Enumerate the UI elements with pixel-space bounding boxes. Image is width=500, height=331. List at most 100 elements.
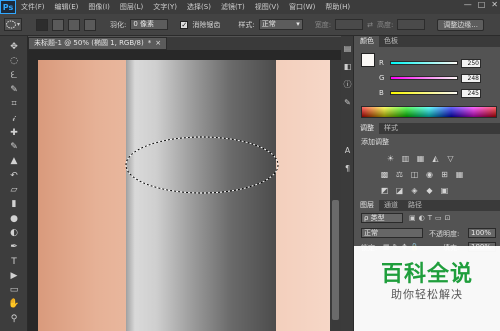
adjustment-icon[interactable]: ☀ <box>385 153 396 164</box>
menu-item[interactable]: 帮助(H) <box>320 2 355 12</box>
width-label: 宽度: <box>314 20 332 29</box>
adjustment-icon[interactable]: ▽ <box>445 153 456 164</box>
brush-icon[interactable]: ✎ <box>5 140 23 154</box>
dodge-icon[interactable]: ◐ <box>5 226 23 240</box>
add-selection-button[interactable] <box>52 18 64 31</box>
photoshop-logo: Ps <box>0 0 16 14</box>
foreground-color-swatch[interactable] <box>361 53 375 67</box>
height-input[interactable] <box>397 19 426 30</box>
channel-value-input[interactable]: 248 <box>461 73 481 83</box>
tab-styles[interactable]: 样式 <box>379 123 403 134</box>
adjustment-icon[interactable]: ◉ <box>424 169 435 180</box>
adjustment-icon[interactable]: ◈ <box>409 185 420 196</box>
maximize-button[interactable]: □ <box>478 0 486 9</box>
channel-slider[interactable] <box>390 91 458 95</box>
menu-item[interactable]: 滤镜(T) <box>216 2 250 12</box>
subtract-selection-button[interactable] <box>68 18 80 31</box>
document-tab-bar: 未标题-1 @ 50% (椭圆 1, RGB/8) * × <box>28 37 341 50</box>
info-panel-icon[interactable]: ⓘ <box>343 80 352 89</box>
adjustment-icon[interactable]: ▥ <box>400 153 411 164</box>
scrollbar-thumb[interactable] <box>332 200 339 320</box>
canvas-area[interactable] <box>28 50 341 331</box>
adjustment-icon[interactable]: ⊞ <box>439 169 450 180</box>
properties-panel-icon[interactable]: ◧ <box>343 62 352 71</box>
color-spectrum-ramp[interactable] <box>361 106 497 118</box>
eyedropper-icon[interactable]: 𝒾 <box>5 112 23 126</box>
channel-slider[interactable] <box>390 76 458 80</box>
blend-mode-select[interactable]: 正常 <box>361 228 423 238</box>
tab-layers[interactable]: 图层 <box>355 200 379 211</box>
channel-slider[interactable] <box>390 61 458 65</box>
menu-item[interactable]: 编辑(E) <box>50 2 84 12</box>
menu-item[interactable]: 图层(L) <box>115 2 148 12</box>
ellipse-selection-marquee[interactable] <box>122 133 282 197</box>
adjustment-icon[interactable]: ◆ <box>424 185 435 196</box>
document-canvas[interactable] <box>38 60 330 331</box>
style-select[interactable]: 正常 ▾ <box>258 19 303 30</box>
adjustment-icon[interactable]: ▣ <box>439 185 450 196</box>
adjustment-icon[interactable]: ◩ <box>379 185 390 196</box>
color-panel-tabs: 颜色 色板 <box>355 36 500 47</box>
feather-input[interactable]: 0 像素 <box>130 19 169 30</box>
menu-item[interactable]: 文件(F) <box>16 2 50 12</box>
adjustment-icon[interactable]: ⚖ <box>394 169 405 180</box>
vertical-scrollbar[interactable] <box>330 60 341 331</box>
close-window-button[interactable]: ✕ <box>491 0 498 9</box>
layer-filter-icons[interactable]: ▣◐T▭⊡ <box>409 214 453 222</box>
quick-select-icon[interactable]: ✎ <box>5 83 23 97</box>
minimize-button[interactable]: — <box>464 0 472 9</box>
adjustment-icon[interactable]: ◪ <box>394 185 405 196</box>
menu-item[interactable]: 文字(Y) <box>148 2 182 12</box>
antialias-checkbox[interactable]: ✓ <box>180 20 189 29</box>
type-icon[interactable]: T <box>5 255 23 269</box>
adjustment-icon[interactable]: ▩ <box>379 169 390 180</box>
adjustment-icon[interactable]: ◫ <box>409 169 420 180</box>
tab-adjustments[interactable]: 调整 <box>355 123 379 134</box>
crop-icon[interactable]: ⌗ <box>5 97 23 111</box>
history-brush-icon[interactable]: ↶ <box>5 169 23 183</box>
adjustment-icon[interactable]: ▦ <box>415 153 426 164</box>
opacity-input[interactable]: 100% <box>468 228 496 238</box>
marquee-icon[interactable]: ◌ <box>5 54 23 68</box>
paragraph-panel-icon[interactable]: ¶ <box>343 164 352 173</box>
menu-item[interactable]: 图像(I) <box>83 2 115 12</box>
blur-icon[interactable]: ● <box>5 212 23 226</box>
menu-item[interactable]: 视图(V) <box>250 2 284 12</box>
layers-panel-tabs: 图层 通道 路径 <box>355 200 500 211</box>
channel-value-input[interactable]: 245 <box>461 88 481 98</box>
refine-edge-button[interactable]: 调整边缘... <box>437 18 484 31</box>
gradient-icon[interactable]: ▮ <box>5 197 23 211</box>
pen-icon[interactable]: ✒ <box>5 240 23 254</box>
channel-value-input[interactable]: 250 <box>461 58 481 68</box>
menu-item[interactable]: 窗口(W) <box>284 2 320 12</box>
document-tab[interactable]: 未标题-1 @ 50% (椭圆 1, RGB/8) * × <box>28 37 168 50</box>
stamp-icon[interactable]: ▲ <box>5 154 23 168</box>
healing-icon[interactable]: ✚ <box>5 126 23 140</box>
tab-channels[interactable]: 通道 <box>379 200 403 211</box>
shape-icon[interactable]: ▭ <box>5 283 23 297</box>
adjustment-icon[interactable]: ▦ <box>454 169 465 180</box>
character-panel-icon[interactable]: A <box>343 146 352 155</box>
width-input[interactable] <box>335 19 364 30</box>
hand-icon[interactable]: ✋ <box>5 297 23 311</box>
lasso-icon[interactable]: ᘍ <box>5 69 23 83</box>
tab-paths[interactable]: 路径 <box>403 200 427 211</box>
layer-kind-filter[interactable]: ρ 类型 <box>361 213 403 223</box>
intersect-selection-button[interactable] <box>84 18 96 31</box>
tool-preset-picker[interactable] <box>4 18 22 31</box>
move-icon[interactable]: ✥ <box>5 40 23 54</box>
history-panel-icon[interactable]: ▤ <box>343 44 352 53</box>
adjustment-icon[interactable]: ◭ <box>430 153 441 164</box>
swap-icon: ⇄ <box>367 20 373 29</box>
close-tab-icon[interactable]: × <box>155 38 161 49</box>
style-select-value: 正常 <box>261 20 276 28</box>
ellipse-marquee-icon <box>6 20 20 29</box>
eraser-icon[interactable]: ▱ <box>5 183 23 197</box>
brush-panel-icon[interactable]: ✎ <box>343 98 352 107</box>
path-select-icon[interactable]: ▶ <box>5 269 23 283</box>
tab-swatches[interactable]: 色板 <box>379 36 403 47</box>
tab-color[interactable]: 颜色 <box>355 36 379 47</box>
zoom-icon[interactable]: ⚲ <box>5 312 23 326</box>
new-selection-button[interactable] <box>36 18 48 31</box>
menu-item[interactable]: 选择(S) <box>182 2 216 12</box>
